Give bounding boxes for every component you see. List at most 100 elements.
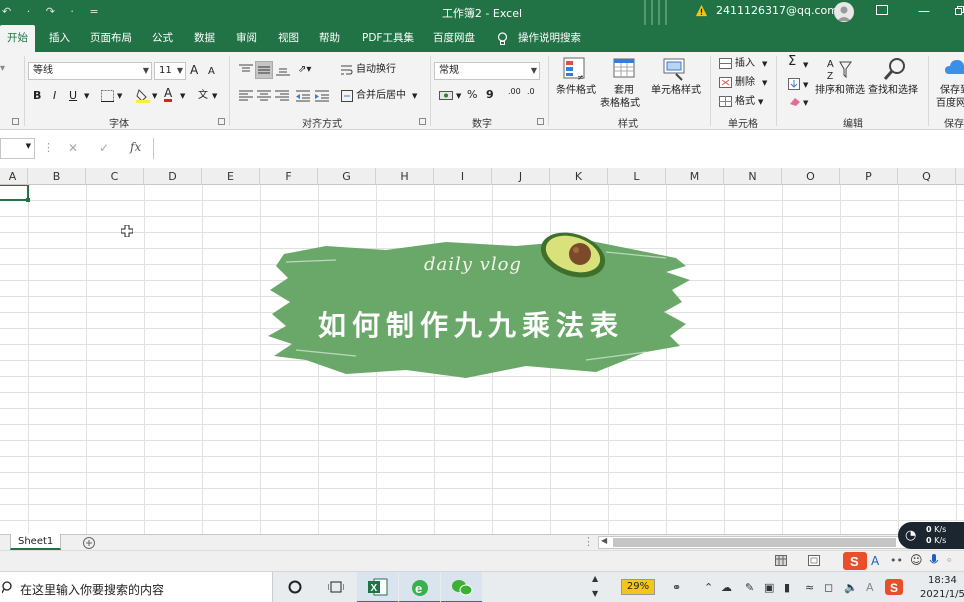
network-speed-widget[interactable]: ◔ 0 K/s 0 K/s — [898, 522, 964, 549]
font-size-select[interactable]: 11 ▼ — [154, 62, 186, 80]
shrink-font-button[interactable]: A — [208, 65, 215, 79]
accounting-format-icon[interactable] — [439, 89, 455, 102]
column-header-d[interactable]: D — [144, 168, 202, 185]
insert-cells-button[interactable]: 插入 — [735, 57, 755, 71]
column-header-j[interactable]: J — [492, 168, 550, 185]
column-header-b[interactable]: B — [28, 168, 86, 185]
display-icon[interactable]: ◻ — [824, 581, 833, 594]
sort-filter-button[interactable]: 排序和筛选 — [815, 84, 865, 98]
tell-me-search[interactable]: 操作说明搜索 — [518, 25, 581, 52]
chevron-up-icon[interactable]: ⌃ — [704, 581, 713, 594]
sheet-split-grip[interactable]: ⋮ — [583, 535, 594, 548]
microphone-icon[interactable] — [929, 554, 939, 568]
restore-button[interactable] — [955, 6, 964, 15]
bold-button[interactable]: B — [33, 89, 41, 103]
formula-input[interactable] — [153, 138, 964, 159]
column-header-a[interactable]: A — [0, 168, 28, 185]
scroll-left-icon[interactable]: ◀ — [601, 536, 607, 545]
conditional-formatting-button[interactable]: 条件格式 — [556, 84, 596, 98]
font-launcher[interactable] — [218, 118, 225, 125]
column-header-g[interactable]: G — [318, 168, 376, 185]
cell-styles-button[interactable]: 单元格样式 — [651, 84, 701, 98]
format-cells-button[interactable]: 格式 — [735, 95, 755, 109]
sheet-tab-sheet1[interactable]: Sheet1 — [10, 534, 62, 550]
wifi-icon[interactable]: ≈ — [805, 581, 814, 594]
phonetic-button[interactable]: 文 — [198, 89, 208, 103]
align-left-icon[interactable] — [239, 90, 253, 102]
column-header-l[interactable]: L — [608, 168, 666, 185]
increase-decimal-button[interactable]: .00 — [508, 88, 521, 96]
tab-formulas[interactable]: 公式 — [152, 25, 173, 52]
column-header-o[interactable]: O — [782, 168, 840, 185]
chevron-down-icon[interactable]: ▼ — [152, 89, 157, 103]
decrease-indent-icon[interactable] — [296, 90, 310, 102]
chevron-down-icon[interactable]: ▼ — [803, 78, 808, 92]
chevron-down-icon[interactable]: ▼ — [762, 76, 767, 90]
scrollbar-thumb[interactable] — [613, 538, 896, 547]
column-header-m[interactable]: M — [666, 168, 724, 185]
sogou-ime-icon[interactable]: S — [843, 552, 867, 570]
battery-icon[interactable]: ▮ — [784, 581, 790, 594]
column-header-i[interactable]: I — [434, 168, 492, 185]
save-to-baidu-button[interactable]: 保存到 — [940, 84, 964, 98]
number-launcher[interactable] — [537, 118, 544, 125]
tab-home[interactable]: 开始 — [0, 25, 35, 52]
add-sheet-icon[interactable] — [83, 537, 95, 549]
autosum-button[interactable]: Σ — [788, 55, 796, 69]
cancel-entry-button[interactable]: ✕ — [68, 141, 78, 155]
avatar[interactable] — [834, 2, 854, 22]
insert-function-button[interactable]: fx — [130, 140, 141, 154]
align-bottom-icon[interactable] — [276, 64, 290, 76]
normal-view-icon[interactable] — [775, 555, 787, 566]
volume-icon[interactable]: 🔈 — [844, 581, 858, 594]
people-icon[interactable]: ⚭ — [672, 581, 681, 594]
decrease-decimal-button[interactable]: .0 — [527, 88, 535, 96]
increase-indent-icon[interactable] — [315, 90, 329, 102]
chevron-down-icon[interactable]: ▼ — [212, 89, 217, 103]
alignment-launcher[interactable] — [419, 118, 426, 125]
orientation-button[interactable]: ⇗▾ — [298, 63, 311, 77]
selected-cell[interactable] — [0, 185, 29, 201]
number-format-select[interactable]: 常规 ▼ — [434, 62, 540, 80]
column-header-h[interactable]: H — [376, 168, 434, 185]
ribbon-display-options-button[interactable] — [876, 5, 888, 15]
column-header-e[interactable]: E — [202, 168, 260, 185]
tab-view[interactable]: 视图 — [278, 25, 299, 52]
italic-button[interactable]: I — [53, 89, 56, 103]
tab-data[interactable]: 数据 — [194, 25, 215, 52]
format-as-table-label-1[interactable]: 套用 — [614, 84, 634, 98]
taskbar-clock[interactable]: 18:34 2021/1/5 — [920, 574, 964, 602]
tab-baidu-netdisk[interactable]: 百度网盘 — [433, 25, 475, 52]
clipboard-launcher[interactable] — [12, 118, 19, 125]
battery-widget[interactable]: 29% — [621, 579, 655, 595]
chevron-down-icon[interactable]: ▼ — [180, 89, 185, 103]
merge-center-button[interactable]: 合并后居中 — [356, 89, 406, 103]
percent-button[interactable]: % — [467, 88, 477, 102]
fill-handle[interactable] — [26, 198, 30, 202]
chevron-down-icon[interactable]: ▼ — [803, 96, 808, 110]
find-select-button[interactable]: 查找和选择 — [868, 84, 918, 98]
chevron-down-icon[interactable]: ▼ — [117, 89, 122, 103]
security-icon[interactable]: ▣ — [764, 581, 774, 594]
pen-icon[interactable]: ✎ — [745, 581, 754, 594]
scroll-down-icon[interactable]: ▼ — [592, 589, 598, 598]
column-header-n[interactable]: N — [724, 168, 782, 185]
clear-icon[interactable] — [788, 96, 801, 107]
cloud-icon[interactable]: ☁ — [721, 581, 732, 594]
align-center-icon[interactable] — [257, 90, 271, 102]
tab-insert[interactable]: 插入 — [49, 25, 70, 52]
sogou-tray-icon[interactable]: S — [885, 579, 903, 595]
align-right-icon[interactable] — [275, 90, 289, 102]
ime-skin-icon[interactable]: ◦ — [946, 554, 953, 567]
taskbar-excel[interactable]: X — [357, 572, 398, 602]
font-color-button[interactable]: A — [164, 87, 173, 102]
ime-emoji-icon[interactable]: ☺ — [910, 553, 923, 567]
underline-button[interactable]: U — [69, 89, 77, 103]
column-header-c[interactable]: C — [86, 168, 144, 185]
chevron-down-icon[interactable]: ▼ — [412, 89, 417, 103]
align-middle-button[interactable] — [255, 61, 273, 79]
task-view-button[interactable] — [315, 572, 356, 602]
align-top-icon[interactable] — [239, 64, 253, 76]
border-icon[interactable] — [101, 90, 114, 102]
account-name[interactable]: 2411126317@qq.com — [716, 4, 838, 17]
